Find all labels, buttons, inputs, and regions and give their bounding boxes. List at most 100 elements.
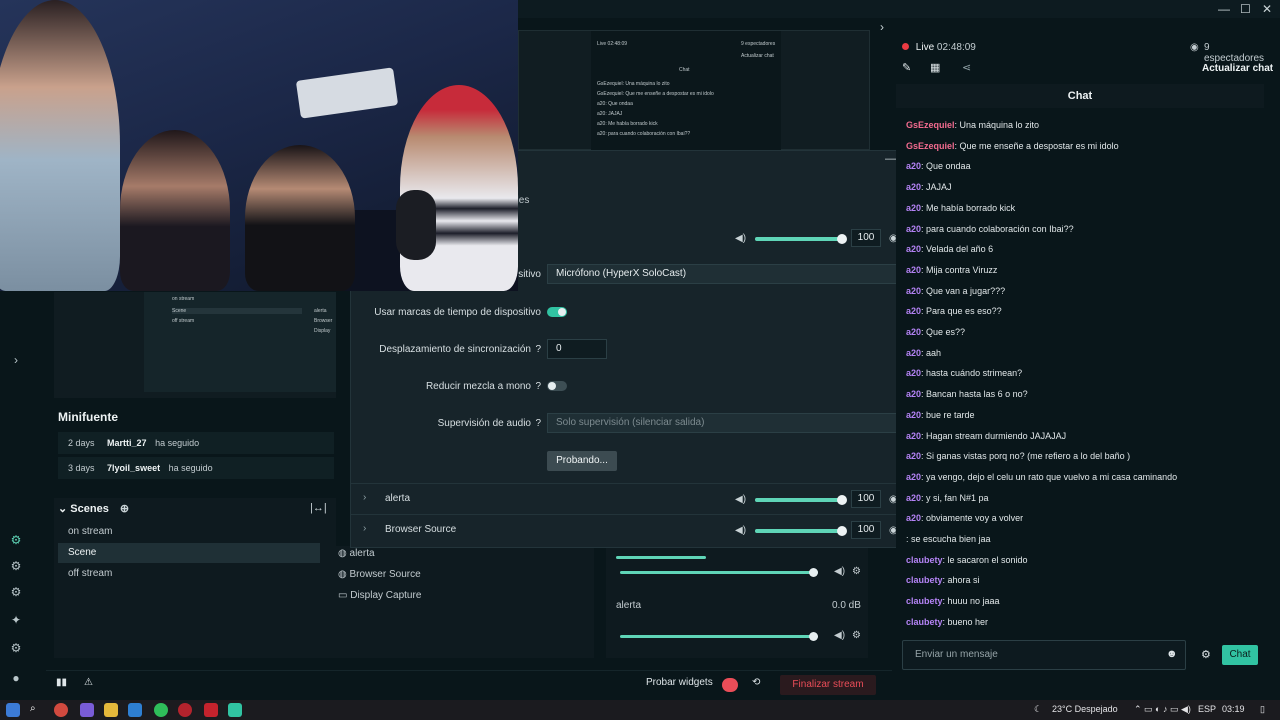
tray-icons[interactable]: ⌃ ▭ ◐ ♪ ▭ ◀) bbox=[1134, 704, 1191, 715]
chat-username[interactable]: a20 bbox=[906, 451, 921, 461]
streamlabs-icon[interactable] bbox=[228, 703, 242, 717]
source-item[interactable]: ▭ Display Capture bbox=[338, 590, 421, 601]
chat-username[interactable]: claubety bbox=[906, 555, 943, 565]
chrome-icon[interactable] bbox=[54, 703, 68, 717]
minimize-button[interactable]: — bbox=[1218, 2, 1230, 16]
chat-username[interactable]: a20 bbox=[906, 244, 921, 254]
chat-username[interactable]: a20 bbox=[906, 161, 921, 171]
sync-input[interactable]: 0 bbox=[547, 339, 607, 359]
folder-icon[interactable] bbox=[104, 703, 118, 717]
chat-username[interactable]: a20 bbox=[906, 203, 921, 213]
chat-username[interactable]: GsEzequiel bbox=[906, 120, 955, 130]
chat-messages[interactable]: GsEzequiel: Una máquina lo zito GsEzequie… bbox=[896, 108, 1264, 638]
source-item[interactable]: ◍ alerta bbox=[338, 548, 375, 559]
chevron-right-icon[interactable]: › bbox=[880, 20, 884, 34]
theme-icon[interactable]: ⚙ bbox=[8, 558, 24, 574]
chat-username[interactable]: a20 bbox=[906, 327, 921, 337]
scene-item[interactable]: Scene bbox=[58, 543, 320, 563]
app-icon[interactable] bbox=[178, 703, 192, 717]
volume-icon[interactable]: ◀) bbox=[735, 525, 746, 536]
chat-username[interactable]: claubety bbox=[906, 617, 943, 627]
maximize-button[interactable]: ☐ bbox=[1240, 2, 1251, 16]
close-button[interactable]: ✕ bbox=[1262, 2, 1272, 16]
chat-username[interactable]: claubety bbox=[906, 596, 943, 606]
chat-username[interactable]: a20 bbox=[906, 286, 921, 296]
clock[interactable]: 03:19 bbox=[1222, 704, 1245, 714]
chat-username[interactable]: a20 bbox=[906, 265, 921, 275]
start-icon[interactable] bbox=[6, 703, 20, 717]
chat-send-button[interactable]: Chat bbox=[1222, 645, 1258, 665]
expand-icon[interactable]: › bbox=[8, 352, 24, 368]
volume-icon[interactable]: ◀) bbox=[735, 494, 746, 505]
volume-track[interactable] bbox=[620, 571, 818, 574]
link-icon[interactable]: ⋖ bbox=[962, 61, 971, 74]
chat-username[interactable]: a20 bbox=[906, 368, 921, 378]
chat-username[interactable]: a20 bbox=[906, 472, 921, 482]
timestamps-toggle[interactable] bbox=[547, 307, 567, 317]
chat-username[interactable]: a20 bbox=[906, 410, 921, 420]
emoji-icon[interactable]: ☻ bbox=[1166, 648, 1178, 660]
scene-item[interactable]: off stream bbox=[58, 564, 320, 584]
help-icon[interactable]: ? bbox=[531, 344, 541, 355]
mute-icon[interactable]: ◀) bbox=[834, 630, 845, 641]
chat-username[interactable]: GsEzequiel bbox=[906, 141, 955, 151]
app-icon[interactable] bbox=[204, 703, 218, 717]
profile-icon[interactable]: ● bbox=[8, 670, 24, 686]
replay-icon[interactable]: ⟲ bbox=[752, 677, 760, 688]
record-icon[interactable] bbox=[722, 678, 738, 692]
volume-value[interactable]: 100 bbox=[851, 229, 881, 247]
chat-username[interactable]: a20 bbox=[906, 513, 921, 523]
volume-icon[interactable]: ◀) bbox=[735, 233, 746, 244]
volume-slider[interactable] bbox=[755, 526, 847, 536]
chat-username[interactable]: a20 bbox=[906, 431, 921, 441]
volume-track[interactable] bbox=[620, 635, 818, 638]
volume-knob[interactable] bbox=[837, 234, 847, 244]
end-stream-button[interactable]: Finalizar stream bbox=[780, 675, 876, 695]
search-icon[interactable]: ⌕ bbox=[30, 703, 44, 717]
scene-item[interactable]: on stream bbox=[58, 522, 320, 542]
refresh-chat-button[interactable]: Actualizar chat bbox=[1202, 63, 1273, 74]
gear-icon[interactable]: ⚙ bbox=[852, 630, 861, 641]
apps-icon[interactable]: ⚙ bbox=[8, 584, 24, 600]
source-item[interactable]: ◍ Browser Source bbox=[338, 569, 421, 580]
volume-slider[interactable] bbox=[755, 234, 847, 244]
device-select[interactable]: Micrófono (HyperX SoloCast) ⌄ bbox=[547, 264, 917, 284]
magic-icon[interactable]: ✦ bbox=[8, 612, 24, 628]
volume-knob[interactable] bbox=[837, 495, 847, 505]
volume-slider[interactable] bbox=[755, 495, 847, 505]
mute-icon[interactable]: ◀) bbox=[834, 566, 845, 577]
volume-knob[interactable] bbox=[837, 526, 847, 536]
mono-toggle[interactable] bbox=[547, 381, 567, 391]
chevron-right-icon[interactable]: › bbox=[363, 492, 366, 503]
edit-icon[interactable]: ✎ bbox=[902, 61, 911, 74]
gear-icon[interactable]: ⚙ bbox=[852, 566, 861, 577]
test-widgets-button[interactable]: Probar widgets bbox=[646, 677, 713, 688]
chat-username[interactable]: a20 bbox=[906, 389, 921, 399]
chat-username[interactable]: a20 bbox=[906, 348, 921, 358]
app-icon[interactable] bbox=[128, 703, 142, 717]
stats-icon[interactable]: ▮▮ bbox=[56, 677, 67, 688]
source-row[interactable]: › Browser Source ◀) 100 ◉ bbox=[351, 514, 943, 544]
spotify-icon[interactable] bbox=[154, 703, 168, 717]
chat-username[interactable]: a20 bbox=[906, 224, 921, 234]
test-audio-button[interactable]: Probando... bbox=[547, 451, 617, 471]
weather[interactable]: 23°C Despejado bbox=[1052, 704, 1118, 714]
monitor-select[interactable]: Solo supervisión (silenciar salida) ⌄ bbox=[547, 413, 917, 433]
add-scene-icon[interactable]: ⊕ bbox=[120, 503, 129, 515]
volume-knob[interactable] bbox=[809, 632, 818, 641]
volume-knob[interactable] bbox=[809, 568, 818, 577]
chevron-down-icon[interactable]: ⌄ bbox=[58, 503, 70, 515]
share-icon[interactable]: ▦ bbox=[930, 61, 940, 74]
alert-icon[interactable]: ⚠ bbox=[84, 677, 93, 688]
settings-icon[interactable]: ⚙ bbox=[8, 640, 24, 656]
app-icon[interactable] bbox=[80, 703, 94, 717]
help-icon[interactable]: ? bbox=[531, 381, 541, 392]
gear-icon[interactable]: ⚙ bbox=[1201, 648, 1211, 661]
chat-username[interactable]: a20 bbox=[906, 493, 921, 503]
volume-value[interactable]: 100 bbox=[851, 521, 881, 539]
volume-value[interactable]: 100 bbox=[851, 490, 881, 508]
chat-input[interactable]: Enviar un mensaje bbox=[902, 640, 1186, 670]
editor-icon[interactable]: ⚙ bbox=[8, 532, 24, 548]
collapse-icon[interactable]: |↔| bbox=[310, 502, 327, 514]
source-row[interactable]: › alerta ◀) 100 ◉ bbox=[351, 483, 943, 513]
